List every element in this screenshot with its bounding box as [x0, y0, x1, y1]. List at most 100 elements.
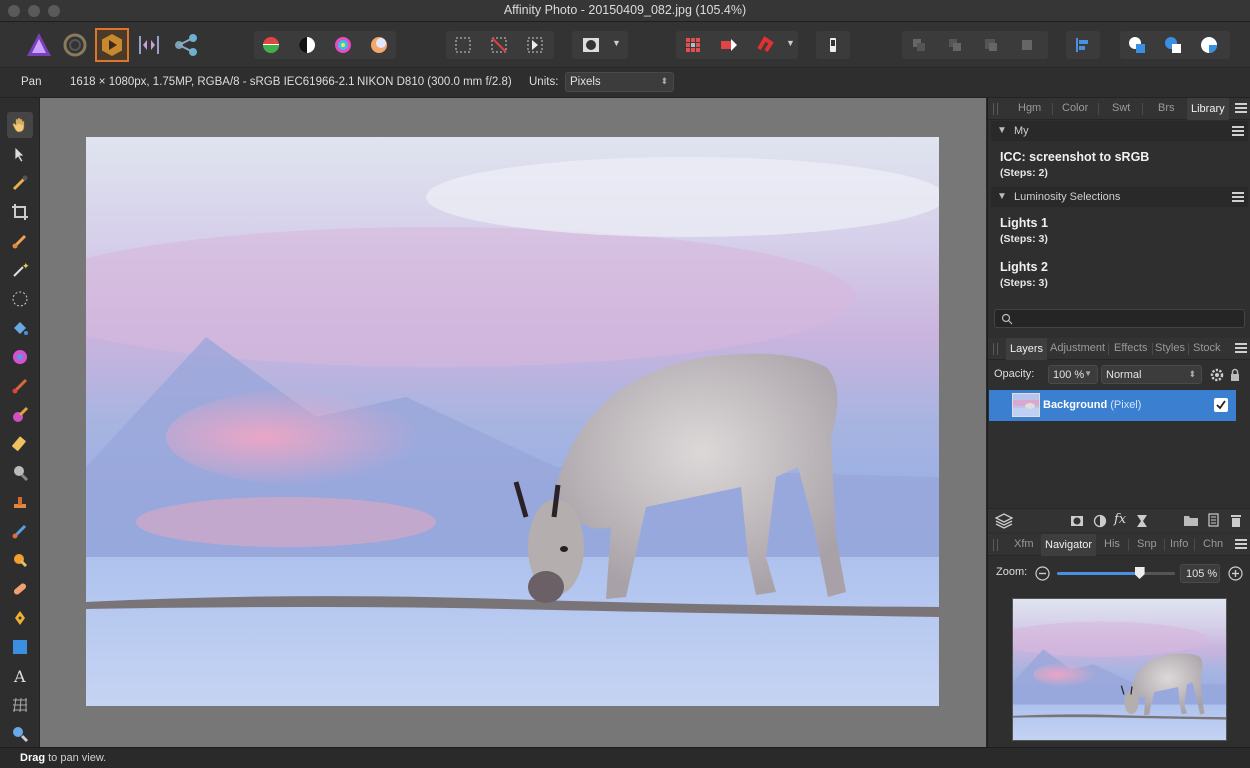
- trash-icon[interactable]: [1230, 513, 1242, 528]
- panel-menu-icon[interactable]: [1235, 343, 1247, 355]
- tab-histogram[interactable]: Hgm: [1018, 102, 1041, 114]
- live-filter-icon[interactable]: [1136, 514, 1148, 528]
- levels-icon[interactable]: [254, 31, 288, 59]
- chevron-down-icon[interactable]: ▼: [786, 38, 795, 48]
- category-menu-icon[interactable]: [1232, 126, 1244, 138]
- library-item[interactable]: ICC: screenshot to sRGB (Steps: 2): [1000, 150, 1149, 179]
- develop-persona-button[interactable]: [95, 28, 129, 62]
- units-select[interactable]: Pixels ⬍: [565, 72, 674, 92]
- text-tool-icon[interactable]: A: [7, 663, 33, 689]
- layers-stack-icon[interactable]: [995, 513, 1013, 529]
- library-search-input[interactable]: [994, 309, 1245, 328]
- move-to-front-icon[interactable]: [1010, 31, 1044, 59]
- blemish-tool-icon[interactable]: [7, 547, 33, 573]
- zoom-tool-icon[interactable]: [7, 721, 33, 747]
- tab-snapshots[interactable]: Snp: [1137, 538, 1157, 550]
- quick-mask-icon[interactable]: [574, 31, 608, 59]
- export-persona-button[interactable]: [169, 28, 203, 62]
- photo-persona-button[interactable]: [22, 28, 56, 62]
- crop-tool-icon[interactable]: [7, 199, 33, 225]
- view-tool-hand-icon[interactable]: [7, 112, 33, 138]
- select-all-icon[interactable]: [446, 31, 480, 59]
- flood-fill-tool-icon[interactable]: [7, 315, 33, 341]
- blend-mode-select[interactable]: Normal ⬍: [1101, 365, 1202, 384]
- selection-brush-tool-icon[interactable]: [7, 228, 33, 254]
- flood-select-tool-icon[interactable]: ✦: [7, 257, 33, 283]
- liquify-persona-button[interactable]: [58, 28, 92, 62]
- tone-mapping-persona-button[interactable]: [132, 28, 166, 62]
- zoom-slider-handle[interactable]: [1134, 567, 1145, 579]
- zoom-out-icon[interactable]: [1035, 566, 1050, 581]
- snapping-magnet-icon[interactable]: [748, 31, 782, 59]
- move-to-back-icon[interactable]: [902, 31, 936, 59]
- opacity-field[interactable]: 100 % ▼: [1048, 365, 1098, 384]
- gradient-tool-icon[interactable]: [7, 344, 33, 370]
- tab-layers[interactable]: Layers: [1006, 338, 1048, 360]
- tab-library[interactable]: Library: [1187, 98, 1229, 120]
- disclosure-triangle-icon[interactable]: ▼: [997, 125, 1007, 136]
- pen-tool-icon[interactable]: [7, 605, 33, 631]
- clone-tool-icon[interactable]: [7, 489, 33, 515]
- erase-tool-icon[interactable]: [7, 431, 33, 457]
- fx-icon[interactable]: fx: [1114, 512, 1126, 527]
- move-tool-icon[interactable]: [7, 141, 33, 167]
- assistant-icon[interactable]: [712, 31, 746, 59]
- tab-effects[interactable]: Effects: [1114, 342, 1147, 354]
- zoom-in-icon[interactable]: [1228, 566, 1243, 581]
- add-shapes-icon[interactable]: [1120, 31, 1154, 59]
- white-balance-icon[interactable]: [290, 31, 324, 59]
- tab-stock[interactable]: Stock: [1193, 342, 1221, 354]
- library-category-luminosity[interactable]: ▼ Luminosity Selections: [991, 187, 1248, 207]
- subtract-shapes-icon[interactable]: [1156, 31, 1190, 59]
- panel-grip-icon[interactable]: [993, 343, 998, 355]
- mesh-warp-tool-icon[interactable]: [7, 692, 33, 718]
- intersect-shapes-icon[interactable]: [1192, 31, 1226, 59]
- mask-icon[interactable]: [1070, 514, 1084, 528]
- align-left-icon[interactable]: [1066, 31, 1100, 59]
- folder-icon[interactable]: [1183, 514, 1199, 527]
- tab-color[interactable]: Color: [1062, 102, 1088, 114]
- panel-menu-icon[interactable]: [1235, 103, 1247, 115]
- tab-transform[interactable]: Xfm: [1014, 538, 1034, 550]
- hsl-icon[interactable]: [326, 31, 360, 59]
- disclosure-triangle-icon[interactable]: ▼: [997, 191, 1007, 202]
- new-layer-icon[interactable]: [1207, 513, 1220, 528]
- document-canvas[interactable]: [40, 98, 986, 747]
- chevron-down-icon[interactable]: ▼: [612, 38, 621, 48]
- dodge-tool-icon[interactable]: [7, 460, 33, 486]
- navigator-preview[interactable]: [1012, 598, 1227, 741]
- clipboard-icon[interactable]: [816, 31, 850, 59]
- rectangle-tool-icon[interactable]: [7, 634, 33, 660]
- layer-row-background[interactable]: Background (Pixel): [989, 390, 1236, 421]
- invert-selection-icon[interactable]: [518, 31, 552, 59]
- panel-menu-icon[interactable]: [1235, 539, 1247, 551]
- tab-navigator[interactable]: Navigator: [1041, 534, 1097, 556]
- tab-styles[interactable]: Styles: [1155, 342, 1185, 354]
- category-menu-icon[interactable]: [1232, 192, 1244, 204]
- panel-grip-icon[interactable]: [993, 539, 998, 551]
- color-replace-tool-icon[interactable]: [7, 402, 33, 428]
- tab-info[interactable]: Info: [1170, 538, 1188, 550]
- deselect-icon[interactable]: [482, 31, 516, 59]
- smudge-tool-icon[interactable]: [7, 518, 33, 544]
- library-category-my[interactable]: ▼ My: [991, 121, 1248, 141]
- tab-history[interactable]: His: [1104, 538, 1120, 550]
- panel-grip-icon[interactable]: [993, 103, 998, 115]
- layer-visibility-checkbox[interactable]: [1214, 398, 1228, 412]
- move-back-icon[interactable]: [938, 31, 972, 59]
- zoom-value-field[interactable]: 105 %: [1180, 564, 1220, 583]
- library-item[interactable]: Lights 2 (Steps: 3): [1000, 260, 1048, 289]
- library-item[interactable]: Lights 1 (Steps: 3): [1000, 216, 1048, 245]
- inpainting-tool-icon[interactable]: [7, 576, 33, 602]
- recolor-icon[interactable]: [362, 31, 396, 59]
- tab-channels[interactable]: Chn: [1203, 538, 1223, 550]
- grid-icon[interactable]: [676, 31, 710, 59]
- zoom-slider[interactable]: [1057, 567, 1175, 579]
- move-forward-icon[interactable]: [974, 31, 1008, 59]
- tab-brushes[interactable]: Brs: [1158, 102, 1175, 114]
- marquee-tool-icon[interactable]: [7, 286, 33, 312]
- lock-icon[interactable]: [1229, 368, 1241, 382]
- tab-adjustment[interactable]: Adjustment: [1050, 342, 1105, 354]
- paint-brush-tool-icon[interactable]: [7, 373, 33, 399]
- color-picker-tool-icon[interactable]: [7, 170, 33, 196]
